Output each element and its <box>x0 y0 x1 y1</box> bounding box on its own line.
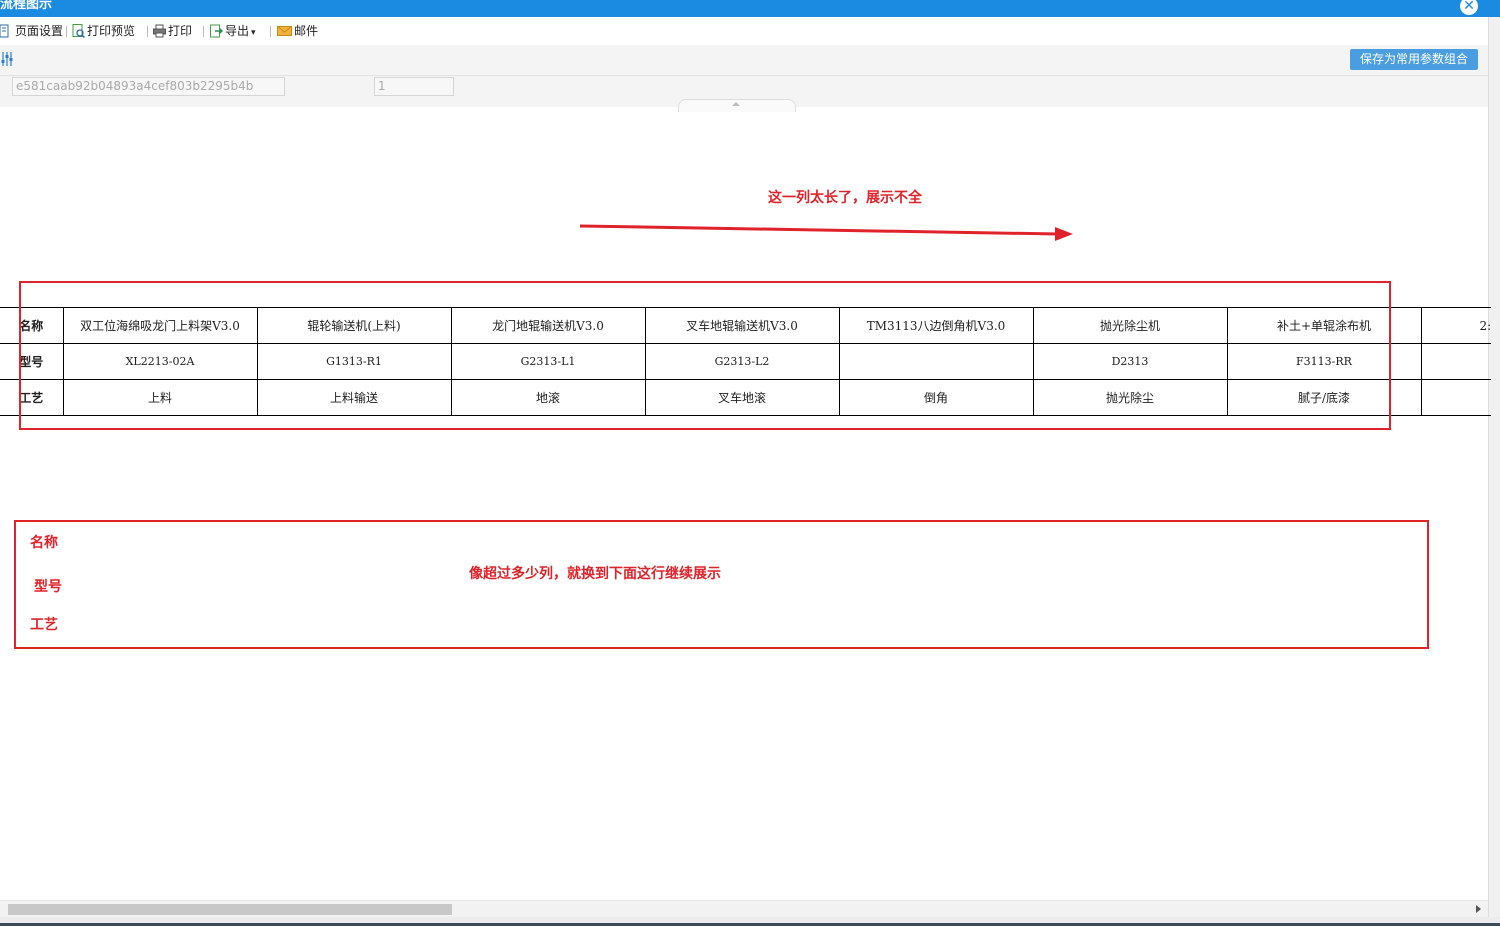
annotation-label-name: 名称 <box>30 535 58 551</box>
annotation-wrap-box <box>14 520 1429 649</box>
scroll-right-icon[interactable] <box>1476 905 1481 913</box>
export-label: 导出 <box>225 24 250 38</box>
print-preview-icon <box>72 24 85 38</box>
export-button[interactable]: 导出 ▾ <box>210 22 256 40</box>
toolbar-divider <box>203 26 204 37</box>
print-button[interactable]: 打印 <box>153 22 192 40</box>
count-input[interactable] <box>374 77 454 96</box>
annotation-label-model: 型号 <box>34 579 62 595</box>
table-cell-truncated: 2: <box>1420 307 1492 344</box>
print-preview-button[interactable]: 打印预览 <box>72 22 135 40</box>
page-setup-button[interactable]: 页面设置 <box>0 22 63 40</box>
filter-settings-icon[interactable] <box>0 51 14 67</box>
parameter-bar: 保存为常用参数组合 <box>0 45 1488 76</box>
annotation-bottom-note: 像超过多少列，就换到下面这行继续展示 <box>469 566 721 582</box>
vertical-scrollbar[interactable] <box>1488 17 1500 917</box>
annotation-top-note: 这一列太长了，展示不全 <box>768 190 922 206</box>
bottom-strip <box>0 917 1500 926</box>
chevron-up-icon <box>732 102 740 106</box>
toolbar-divider <box>270 26 271 37</box>
window-title-bar: 流程图示 ✕ <box>0 0 1500 17</box>
save-params-button[interactable]: 保存为常用参数组合 <box>1350 49 1478 70</box>
mail-icon <box>277 26 292 36</box>
id-input[interactable] <box>12 77 285 96</box>
mail-button[interactable]: 邮件 <box>277 22 318 40</box>
print-label: 打印 <box>168 24 193 38</box>
print-preview-label: 打印预览 <box>87 24 136 38</box>
annotation-table-box <box>19 281 1391 430</box>
mail-label: 邮件 <box>294 24 319 38</box>
toolbar-divider <box>66 26 67 37</box>
printer-icon <box>153 24 166 38</box>
annotation-label-process: 工艺 <box>30 617 58 633</box>
horizontal-scrollbar[interactable] <box>0 900 1488 917</box>
chevron-down-icon[interactable]: ▾ <box>251 28 256 38</box>
page-setup-label: 页面设置 <box>15 24 64 38</box>
close-icon[interactable]: ✕ <box>1460 0 1478 15</box>
window-title: 流程图示 <box>0 0 53 12</box>
page-setup-icon <box>0 24 9 38</box>
table-cell-truncated <box>1420 379 1492 416</box>
collapse-params-toggle[interactable] <box>678 99 796 112</box>
export-icon <box>210 24 223 38</box>
toolbar-divider <box>147 26 148 37</box>
table-cell-truncated <box>1420 343 1492 380</box>
scrollbar-thumb[interactable] <box>8 904 452 915</box>
annotation-arrow <box>579 224 1073 241</box>
toolbar: 页面设置 打印预览 打印 导出 ▾ 邮件 <box>0 17 1500 46</box>
